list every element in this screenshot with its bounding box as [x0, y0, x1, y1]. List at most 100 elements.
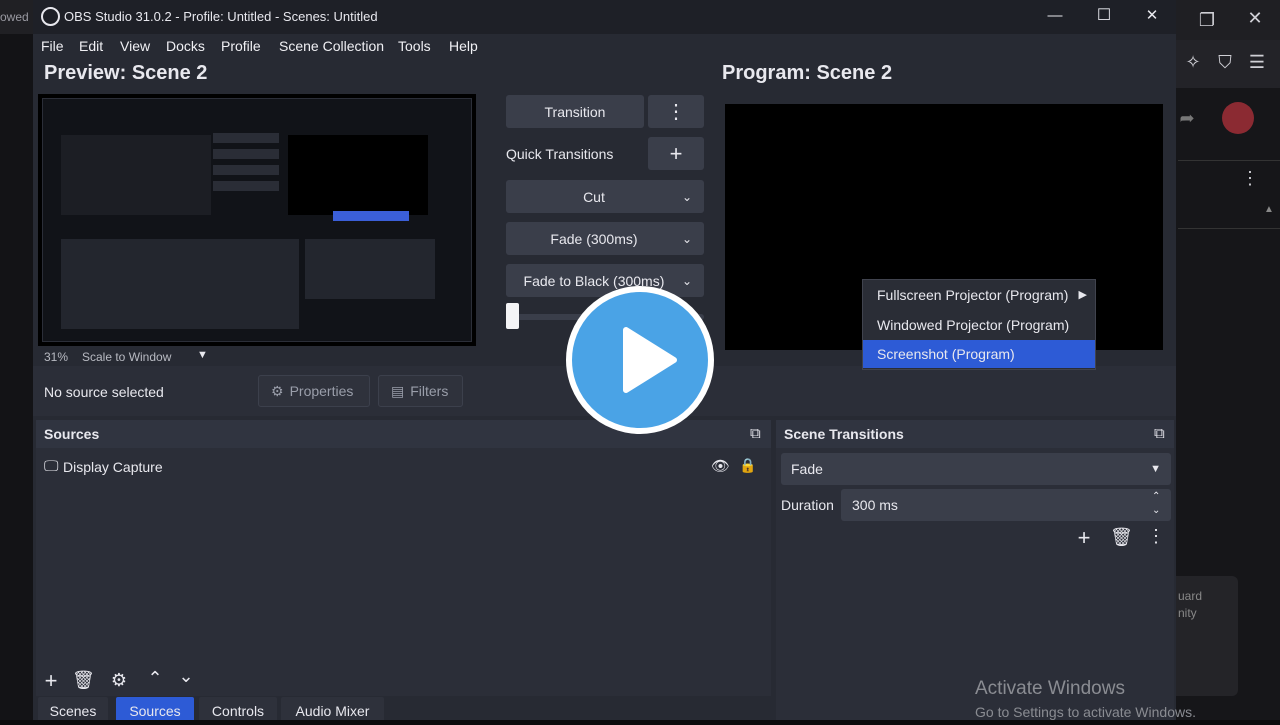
menu-docks[interactable]: Docks: [166, 38, 205, 54]
scroll-up-icon[interactable]: ▲: [1262, 204, 1276, 215]
nested-preview: [61, 135, 211, 215]
duration-value: 300 ms: [852, 497, 898, 513]
menu-item-label: Screenshot (Program): [877, 346, 1015, 362]
t-bar-handle[interactable]: [506, 303, 519, 329]
shield-icon[interactable]: ⛉: [1214, 52, 1236, 73]
duration-label: Duration: [781, 497, 834, 513]
transition-selected-value: Fade: [791, 461, 823, 477]
sources-dock-title: Sources: [44, 426, 100, 442]
menu-icon[interactable]: ☰: [1246, 52, 1268, 73]
background-tab[interactable]: owed: [0, 0, 33, 34]
close-icon[interactable]: ✕: [1244, 8, 1266, 29]
more-vertical-icon[interactable]: ⋮: [1240, 168, 1260, 189]
play-icon: [623, 327, 677, 393]
chevron-up-icon[interactable]: ⌃: [144, 668, 166, 689]
chevron-down-icon: ⌄: [681, 231, 692, 246]
menu-profile[interactable]: Profile: [221, 38, 261, 54]
nested-transitions-dock: [305, 239, 435, 299]
eye-icon[interactable]: 👁: [711, 457, 730, 475]
quick-transition-label: Fade (300ms): [550, 230, 638, 247]
maximize-icon[interactable]: ☐: [1092, 5, 1116, 27]
more-vertical-icon[interactable]: ⋮: [648, 95, 704, 128]
divider: [1178, 228, 1280, 229]
minimize-icon[interactable]: —: [1043, 5, 1067, 27]
menu-view[interactable]: View: [120, 38, 150, 54]
nested-button: [213, 133, 279, 143]
filter-icon: ▤: [391, 382, 405, 399]
background-tab-label: owed: [0, 10, 29, 24]
undock-icon[interactable]: ⧉: [1154, 425, 1165, 442]
zoom-level: 31%: [44, 350, 69, 364]
add-quick-transition-button[interactable]: +: [648, 137, 704, 170]
properties-label: Properties: [289, 383, 354, 399]
chevron-down-icon: ⌄: [681, 189, 692, 204]
quick-transitions-label: Quick Transitions: [506, 146, 614, 162]
nested-button: [213, 165, 279, 175]
menu-item-windowed-projector[interactable]: Windowed Projector (Program): [863, 311, 1095, 339]
trash-icon[interactable]: 🗑: [1110, 527, 1133, 548]
undock-icon[interactable]: ⧉: [750, 425, 761, 442]
chevron-down-icon[interactable]: ⌄: [175, 666, 197, 687]
add-source-icon[interactable]: +: [40, 668, 62, 694]
nested-button: [213, 149, 279, 159]
quick-transition-label: Fade to Black (300ms): [523, 272, 665, 289]
preview-nested-capture: [42, 98, 472, 342]
list-item[interactable]: 🖵 Display Capture 👁 🔒: [44, 457, 764, 480]
chevron-down-icon: ▼: [1150, 463, 1161, 475]
trash-icon[interactable]: 🗑: [72, 670, 95, 691]
nested-program: [288, 135, 428, 215]
scale-mode-label[interactable]: Scale to Window: [82, 350, 171, 364]
background-card-text: uard: [1178, 589, 1203, 603]
no-source-label: No source selected: [44, 384, 164, 400]
activate-windows-subtitle: Go to Settings to activate Windows.: [975, 704, 1196, 720]
activate-windows-title: Activate Windows: [975, 678, 1125, 699]
monitor-icon: 🖵: [44, 458, 59, 475]
divider: [1178, 160, 1280, 161]
properties-button[interactable]: ⚙ Properties: [258, 375, 370, 407]
filters-label: Filters: [410, 383, 449, 399]
sparkle-icon[interactable]: ✧: [1182, 52, 1204, 73]
lock-icon[interactable]: 🔒: [739, 457, 756, 474]
menu-file[interactable]: File: [41, 38, 64, 54]
obs-logo-icon: [41, 7, 60, 26]
gear-icon: ⚙: [271, 382, 284, 399]
chevron-down-icon: ⌄: [681, 273, 692, 288]
video-play-button[interactable]: [566, 286, 714, 434]
source-name: Display Capture: [63, 459, 163, 475]
duration-field[interactable]: 300 ms: [841, 489, 1171, 521]
menu-tools[interactable]: Tools: [398, 38, 431, 54]
menu-item-screenshot[interactable]: Screenshot (Program): [863, 340, 1095, 368]
chevron-down-icon[interactable]: ▼: [197, 349, 208, 361]
duration-stepper[interactable]: ⌃ ⌄: [1152, 490, 1160, 518]
program-context-menu: Fullscreen Projector (Program) ▶ Windowed…: [862, 279, 1096, 370]
transition-select[interactable]: Fade ▼: [781, 453, 1171, 485]
add-transition-icon[interactable]: +: [1073, 525, 1095, 551]
menu-edit[interactable]: Edit: [79, 38, 103, 54]
nested-button: [213, 181, 279, 191]
menu-item-label: Windowed Projector (Program): [877, 317, 1070, 333]
menu-scene-collection[interactable]: Scene Collection: [279, 38, 384, 54]
tab-audio-mixer[interactable]: Audio Mixer: [281, 697, 384, 720]
transition-button[interactable]: Transition: [506, 95, 644, 128]
avatar[interactable]: [1222, 102, 1254, 134]
more-vertical-icon[interactable]: ⋮: [1145, 526, 1167, 547]
menu-item-fullscreen-projector[interactable]: Fullscreen Projector (Program) ▶: [863, 281, 1095, 309]
tab-sources[interactable]: Sources: [116, 697, 194, 720]
quick-transition-cut[interactable]: Cut ⌄: [506, 180, 704, 213]
background-card-text: nity: [1178, 606, 1197, 620]
menu-item-label: Fullscreen Projector (Program): [877, 287, 1069, 303]
menu-help[interactable]: Help: [449, 38, 478, 54]
share-icon[interactable]: ➦: [1176, 108, 1198, 129]
tab-controls[interactable]: Controls: [199, 697, 277, 720]
program-title: Program: Scene 2: [722, 62, 893, 84]
filters-button[interactable]: ▤ Filters: [378, 375, 463, 407]
tab-scenes[interactable]: Scenes: [38, 697, 108, 720]
quick-transition-fade[interactable]: Fade (300ms) ⌄: [506, 222, 704, 255]
scene-transitions-dock-header: Scene Transitions: [776, 420, 1174, 448]
preview-title: Preview: Scene 2: [44, 62, 208, 84]
gear-icon[interactable]: ⚙: [108, 670, 130, 691]
scene-transitions-title: Scene Transitions: [784, 426, 904, 442]
restore-icon[interactable]: ❐: [1196, 10, 1218, 31]
close-icon[interactable]: ✕: [1140, 5, 1164, 27]
chevron-right-icon: ▶: [1078, 289, 1087, 301]
